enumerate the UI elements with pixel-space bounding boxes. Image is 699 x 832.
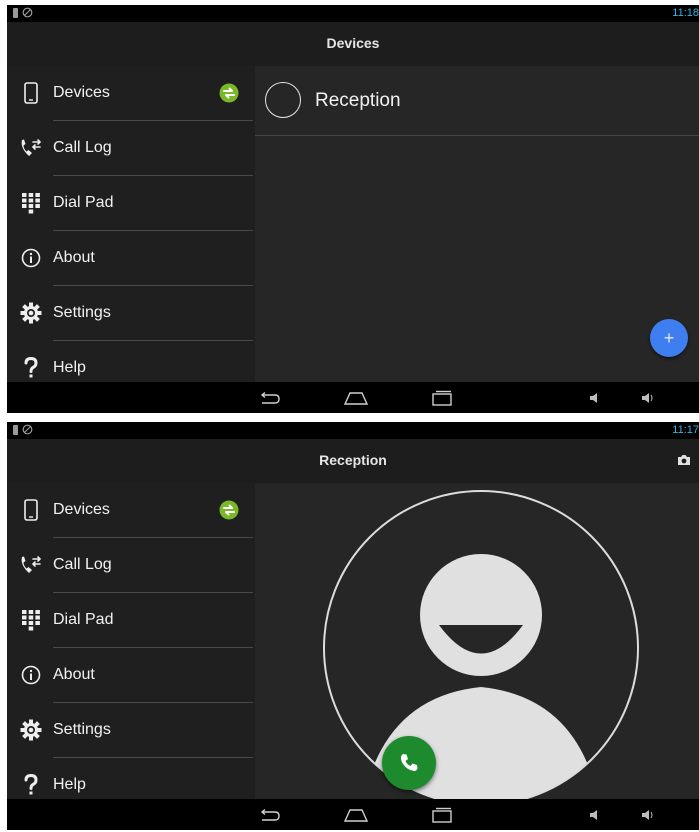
call-log-icon (19, 553, 43, 577)
sidebar-item-label: Call Log (53, 139, 112, 156)
plus-icon: + (663, 328, 675, 348)
status-time: 11:18 (672, 7, 699, 19)
sidebar-item-settings[interactable]: Settings (7, 286, 255, 341)
list-item[interactable]: Reception (255, 66, 699, 136)
sidebar-item-devices[interactable]: Devices (7, 66, 255, 121)
call-button[interactable] (382, 736, 436, 790)
sidebar-item-label: Dial Pad (53, 194, 114, 211)
system-navigation-bar (7, 799, 699, 830)
sidebar-item-label: Help (53, 359, 86, 376)
devices-screen: 11:18 Devices Devices Call Log Dial Pad … (7, 5, 699, 413)
back-icon[interactable] (255, 799, 285, 830)
battery-icon (13, 425, 18, 435)
info-icon (19, 663, 43, 687)
volume-up-icon[interactable] (637, 382, 659, 413)
sidebar-item-label: About (53, 249, 95, 266)
status-bar: 11:17 (7, 422, 699, 439)
phone-call-icon (400, 754, 418, 771)
battery-icon (13, 8, 18, 18)
page-title: Reception (319, 452, 387, 468)
device-detail (255, 483, 699, 799)
sidebar-item-dial-pad[interactable]: Dial Pad (7, 176, 255, 231)
gear-icon (19, 301, 43, 325)
status-bar: 11:18 (7, 5, 699, 22)
device-name: Reception (315, 90, 401, 111)
action-bar: Devices (7, 22, 699, 66)
sidebar-item-about[interactable]: About (7, 648, 255, 703)
call-log-icon (19, 136, 43, 160)
recent-apps-icon[interactable] (427, 382, 457, 413)
system-navigation-bar (7, 382, 699, 413)
sidebar-item-label: Dial Pad (53, 611, 114, 628)
sidebar-item-label: Devices (53, 84, 110, 101)
sidebar-item-label: Devices (53, 501, 110, 518)
page-title: Devices (326, 35, 380, 51)
sidebar-item-settings[interactable]: Settings (7, 703, 255, 758)
info-icon (19, 246, 43, 270)
sidebar-item-call-log[interactable]: Call Log (7, 121, 255, 176)
no-sync-icon (22, 424, 33, 435)
phone-icon (19, 81, 43, 105)
dialpad-icon (19, 608, 43, 632)
device-list: Reception + (255, 66, 699, 382)
home-icon[interactable] (341, 799, 371, 830)
sidebar-item-label: Call Log (53, 556, 112, 573)
gear-icon (19, 718, 43, 742)
contact-avatar-icon (323, 490, 639, 799)
sync-status-icon[interactable] (219, 83, 239, 103)
no-sync-icon (22, 7, 33, 18)
phone-icon (19, 498, 43, 522)
sidebar-item-devices[interactable]: Devices (7, 483, 255, 538)
status-time: 11:17 (672, 424, 699, 436)
sidebar-item-dial-pad[interactable]: Dial Pad (7, 593, 255, 648)
divider (255, 135, 699, 136)
sidebar-item-label: Help (53, 776, 86, 793)
question-icon (19, 773, 43, 797)
back-icon[interactable] (255, 382, 285, 413)
navigation-drawer: Devices Call Log Dial Pad About Settings… (7, 66, 255, 382)
sidebar-item-call-log[interactable]: Call Log (7, 538, 255, 593)
avatar (265, 82, 301, 118)
volume-down-icon[interactable] (585, 799, 605, 830)
navigation-drawer: Devices Call Log Dial Pad About Settings… (7, 483, 255, 799)
sidebar-item-label: Settings (53, 721, 111, 738)
sidebar-item-label: Settings (53, 304, 111, 321)
recent-apps-icon[interactable] (427, 799, 457, 830)
action-bar: Reception (7, 439, 699, 483)
volume-up-icon[interactable] (637, 799, 659, 830)
device-detail-screen: 11:17 Reception Devices Call Log Dial Pa… (7, 422, 699, 830)
question-icon (19, 356, 43, 380)
camera-icon[interactable] (677, 453, 691, 467)
dialpad-icon (19, 191, 43, 215)
add-device-button[interactable]: + (650, 319, 688, 357)
sync-status-icon[interactable] (219, 500, 239, 520)
volume-down-icon[interactable] (585, 382, 605, 413)
sidebar-item-label: About (53, 666, 95, 683)
sidebar-item-about[interactable]: About (7, 231, 255, 286)
home-icon[interactable] (341, 382, 371, 413)
